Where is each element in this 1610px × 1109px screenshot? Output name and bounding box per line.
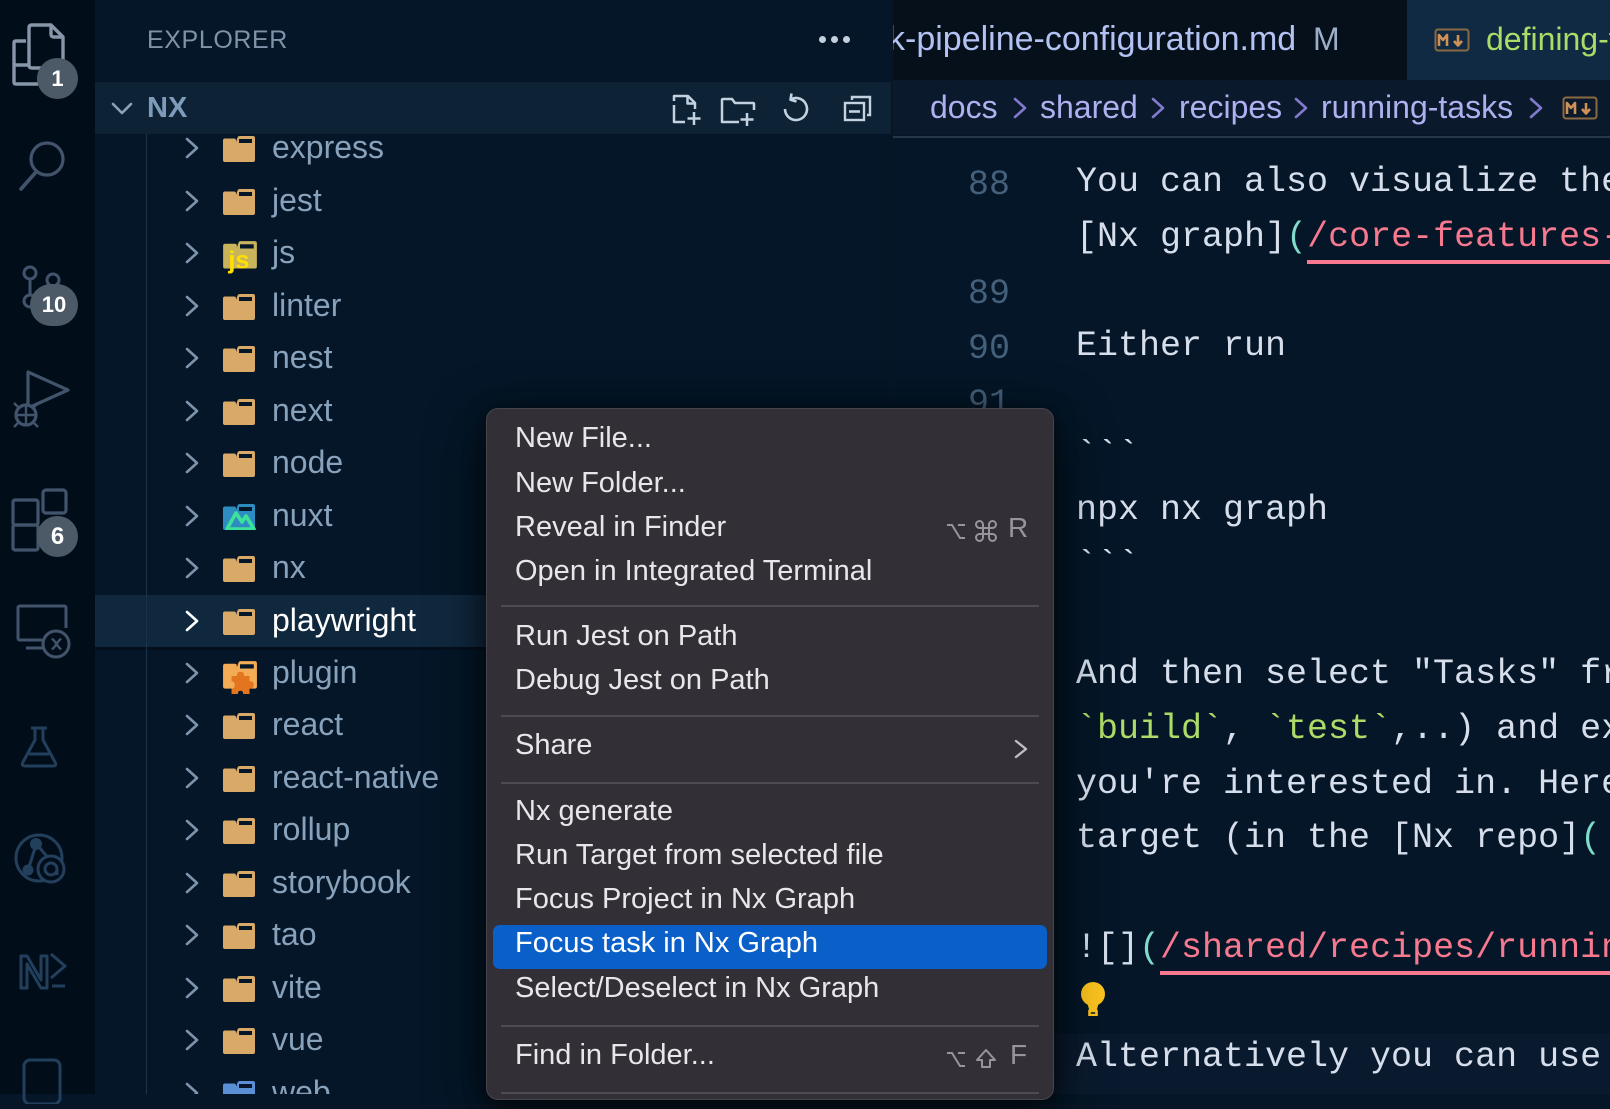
svg-text:js: js	[227, 247, 249, 275]
